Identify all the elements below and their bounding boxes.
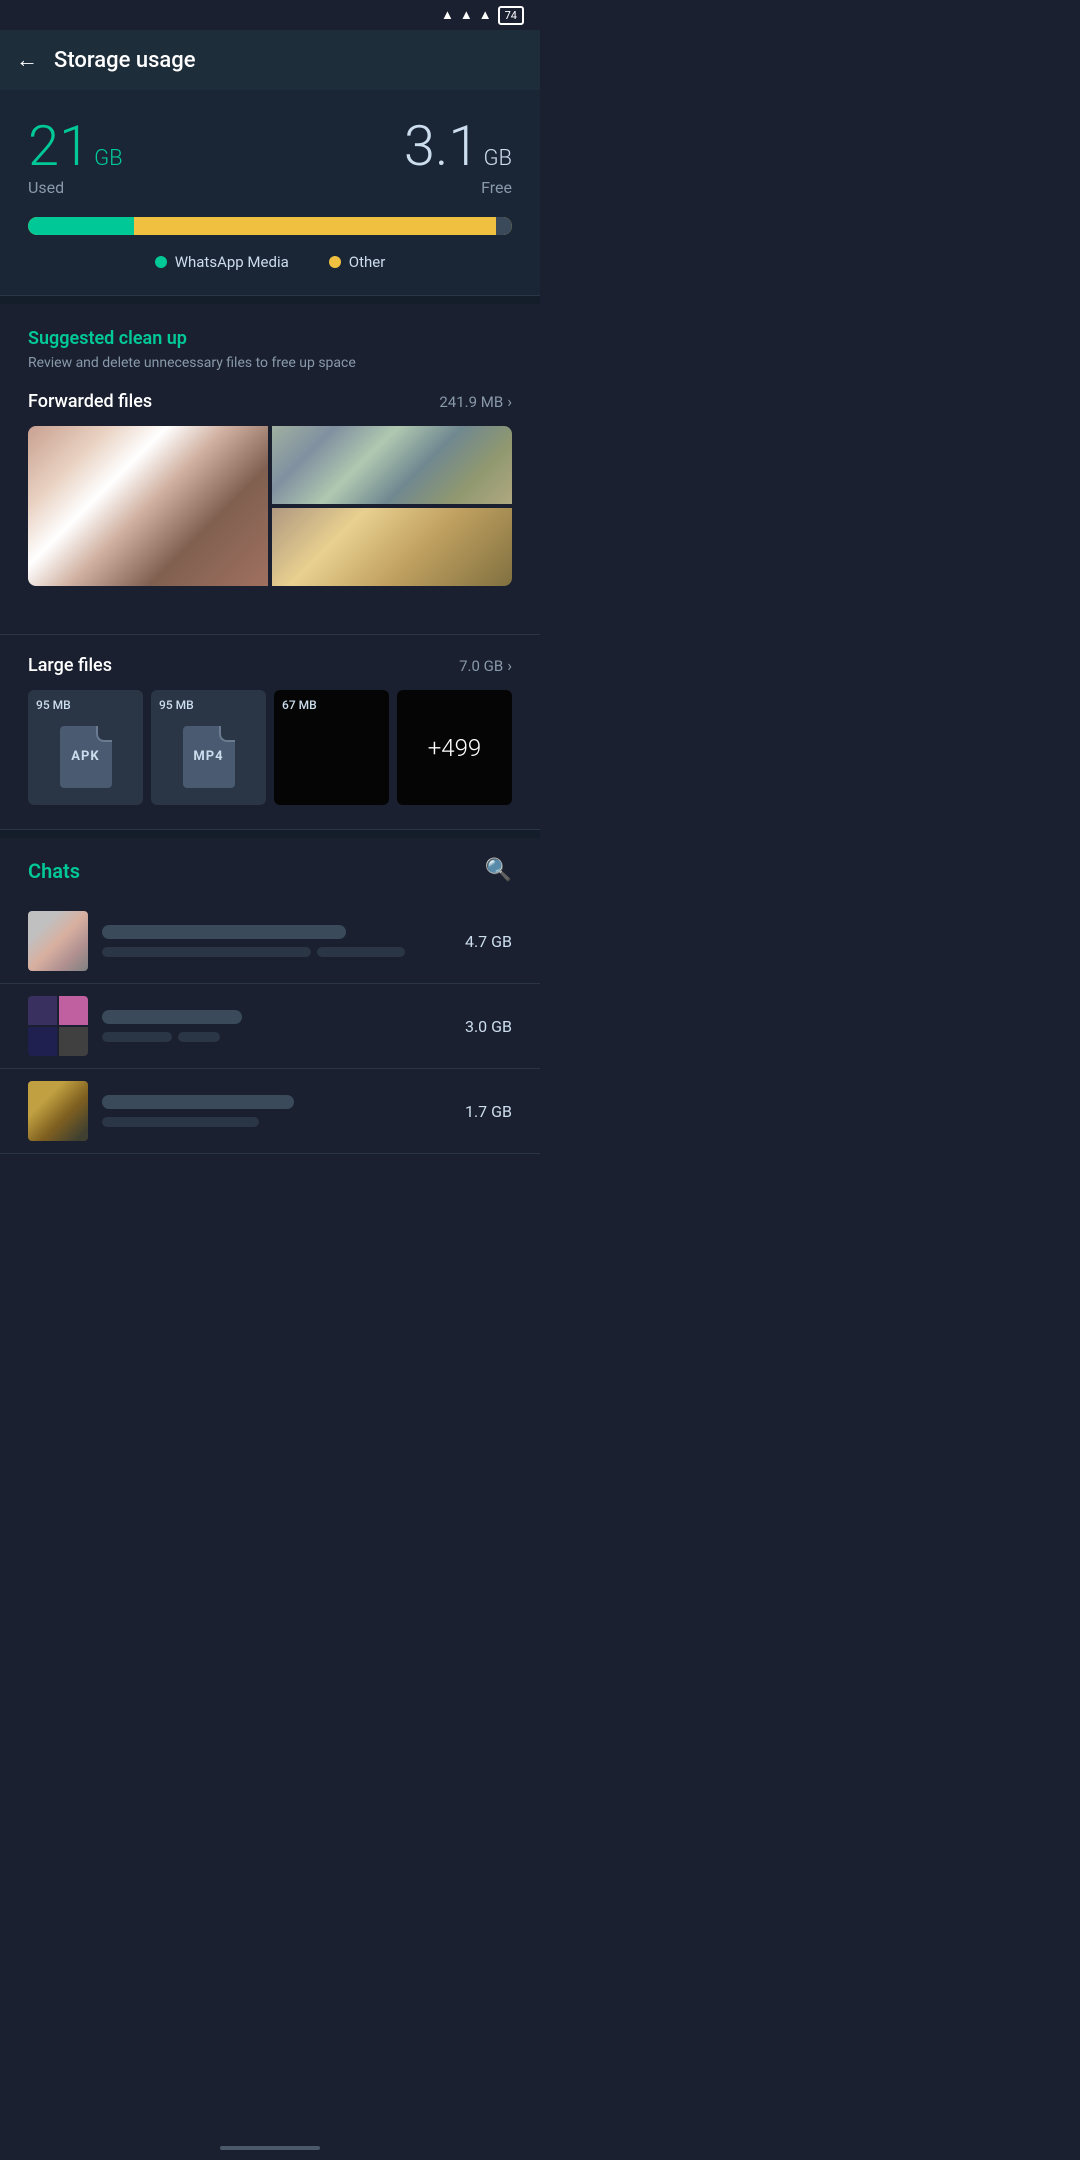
forwarded-files-header[interactable]: Forwarded files 241.9 MB › xyxy=(28,391,512,412)
chat-sub-bar-2b xyxy=(178,1032,220,1042)
storage-bar xyxy=(28,217,512,235)
file-card-video[interactable]: 67 MB xyxy=(274,690,389,805)
used-number: 21 xyxy=(28,118,90,174)
free-number: 3.1 xyxy=(404,118,480,174)
chat-avatar-3 xyxy=(28,1081,88,1141)
large-files-title: Large files xyxy=(28,655,112,676)
chat-sub-bars-2 xyxy=(102,1032,451,1042)
used-stat: 21 GB Used xyxy=(28,118,123,197)
chat-sub-bars-3 xyxy=(102,1117,451,1127)
chat-name-bar-3 xyxy=(102,1095,294,1109)
page-title: Storage usage xyxy=(54,48,196,73)
storage-bar-used xyxy=(28,217,134,235)
legend-whatsapp: WhatsApp Media xyxy=(155,253,289,271)
battery-indicator: 74 xyxy=(498,6,524,25)
storage-legend: WhatsApp Media Other xyxy=(28,253,512,271)
free-label: Free xyxy=(481,178,512,197)
chat-avatar-1 xyxy=(28,911,88,971)
file-mp4-icon: MP4 xyxy=(183,708,235,788)
file-video-size: 67 MB xyxy=(282,698,317,712)
signal-icon-2: ▲ xyxy=(479,7,492,23)
forwarded-image-1 xyxy=(28,426,268,586)
forwarded-files-grid[interactable] xyxy=(28,426,512,586)
chat-name-bar-2 xyxy=(102,1010,242,1024)
large-files-size: 7.0 GB › xyxy=(459,656,512,675)
file-apk-size: 95 MB xyxy=(36,698,71,712)
chats-header: Chats 🔍 xyxy=(0,858,540,899)
status-bar: ▲ ▲ ▲ 74 xyxy=(0,0,540,30)
large-files-chevron: › xyxy=(507,656,512,675)
forwarded-image-group xyxy=(272,426,512,586)
forwarded-image-2 xyxy=(272,426,512,504)
bottom-indicator xyxy=(220,2146,320,2150)
wifi-icon: ▲ xyxy=(441,7,454,23)
chat-size-1: 4.7 GB xyxy=(465,932,512,951)
back-button[interactable]: ← xyxy=(16,47,38,73)
large-files-grid: 95 MB APK 95 MB MP4 67 MB +499 xyxy=(28,690,512,805)
chat-info-2 xyxy=(102,1010,451,1042)
chat-sub-bar-1a xyxy=(102,947,311,957)
divider-1 xyxy=(0,296,540,304)
used-unit: GB xyxy=(94,146,123,171)
whatsapp-dot xyxy=(155,256,167,268)
storage-bar-end xyxy=(496,217,512,235)
chat-sub-bar-3a xyxy=(102,1117,259,1127)
divider-2 xyxy=(0,830,540,838)
chat-item-1[interactable]: 4.7 GB xyxy=(0,899,540,984)
file-apk-icon: APK xyxy=(60,708,112,788)
forwarded-files-size: 241.9 MB › xyxy=(439,392,512,411)
cleanup-title: Suggested clean up xyxy=(28,328,512,349)
free-stat: 3.1 GB Free xyxy=(404,118,512,197)
chat-sub-bar-2a xyxy=(102,1032,172,1042)
legend-other-label: Other xyxy=(349,253,386,271)
chat-avatar-2 xyxy=(28,996,88,1056)
file-card-mp4[interactable]: 95 MB MP4 xyxy=(151,690,266,805)
legend-other: Other xyxy=(329,253,386,271)
signal-icon-1: ▲ xyxy=(460,7,473,23)
used-label: Used xyxy=(28,178,123,197)
forwarded-chevron: › xyxy=(507,392,512,411)
file-card-more[interactable]: +499 xyxy=(397,690,512,805)
bottom-nav-bar xyxy=(0,2136,540,2160)
chat-name-bar-1 xyxy=(102,925,346,939)
app-bar: ← Storage usage xyxy=(0,30,540,90)
file-more-count: +499 xyxy=(428,734,482,762)
free-unit: GB xyxy=(483,146,512,171)
chat-size-2: 3.0 GB xyxy=(465,1017,512,1036)
chat-sub-bars-1 xyxy=(102,947,451,957)
chat-item-3[interactable]: 1.7 GB xyxy=(0,1069,540,1154)
storage-section: 21 GB Used 3.1 GB Free WhatsApp Media Ot… xyxy=(0,90,540,296)
large-files-section: Large files 7.0 GB › 95 MB APK 95 MB MP4 xyxy=(0,635,540,830)
storage-stats: 21 GB Used 3.1 GB Free xyxy=(28,118,512,197)
large-files-header[interactable]: Large files 7.0 GB › xyxy=(28,655,512,676)
legend-whatsapp-label: WhatsApp Media xyxy=(175,253,289,271)
chat-info-3 xyxy=(102,1095,451,1127)
chat-item-2[interactable]: 3.0 GB xyxy=(0,984,540,1069)
other-dot xyxy=(329,256,341,268)
file-card-apk[interactable]: 95 MB APK xyxy=(28,690,143,805)
chats-title: Chats xyxy=(28,859,80,883)
cleanup-desc: Review and delete unnecessary files to f… xyxy=(28,355,512,371)
file-mp4-size: 95 MB xyxy=(159,698,194,712)
chat-info-1 xyxy=(102,925,451,957)
chat-search-button[interactable]: 🔍 xyxy=(485,858,512,883)
chat-size-3: 1.7 GB xyxy=(465,1102,512,1121)
cleanup-section: Suggested clean up Review and delete unn… xyxy=(0,304,540,635)
forwarded-image-3 xyxy=(272,508,512,586)
chat-sub-bar-1b xyxy=(317,947,404,957)
chats-section: Chats 🔍 4.7 GB 3.0 GB xyxy=(0,838,540,1154)
forwarded-files-title: Forwarded files xyxy=(28,391,152,412)
